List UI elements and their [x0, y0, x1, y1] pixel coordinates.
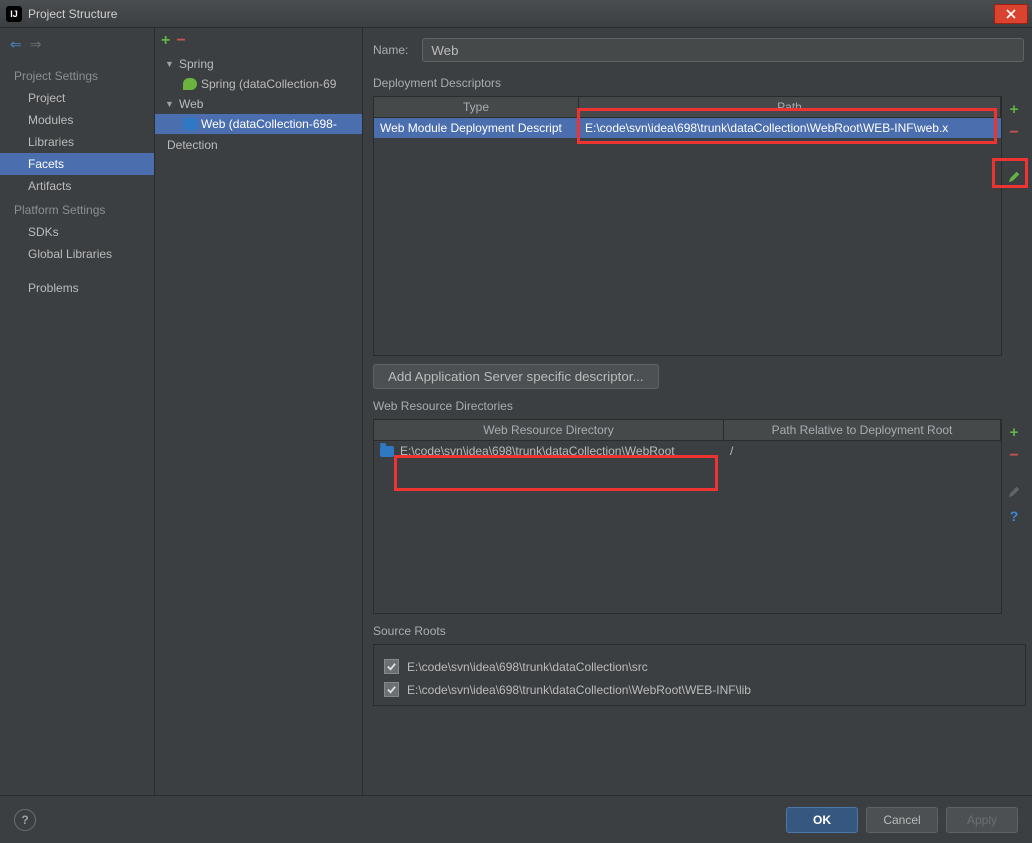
web-resource-dirs-table[interactable]: Web Resource Directory Path Relative to … — [373, 419, 1002, 614]
deployment-descriptors-table[interactable]: Type Path Web Module Deployment Descript… — [373, 96, 1002, 356]
sidebar-item-project[interactable]: Project — [0, 87, 154, 109]
remove-facet-icon[interactable]: − — [176, 32, 185, 50]
sidebar-item-sdks[interactable]: SDKs — [0, 221, 154, 243]
window-title: Project Structure — [28, 7, 117, 21]
main-panel: Name: Deployment Descriptors Type Path W… — [363, 28, 1032, 795]
sidebar-item-modules[interactable]: Modules — [0, 109, 154, 131]
cancel-button[interactable]: Cancel — [866, 807, 938, 833]
nav-back-icon[interactable]: ⇐ — [10, 36, 22, 53]
dd-edit-icon[interactable] — [1005, 168, 1023, 186]
tree-node-spring-child[interactable]: Spring (dataCollection-69 — [155, 74, 362, 94]
wr-row[interactable]: E:\code\svn\idea\698\trunk\dataCollectio… — [374, 441, 1001, 461]
wr-add-icon[interactable]: + — [1005, 423, 1023, 441]
sidebar-item-facets[interactable]: Facets — [0, 153, 154, 175]
dd-col-type: Type — [374, 97, 579, 117]
source-root-row[interactable]: E:\code\svn\idea\698\trunk\dataCollectio… — [384, 655, 1015, 678]
source-roots-label: Source Roots — [373, 624, 1026, 638]
web-icon — [183, 118, 197, 130]
dd-remove-icon[interactable]: − — [1005, 124, 1023, 142]
dd-row[interactable]: Web Module Deployment Descript E:\code\s… — [374, 118, 1001, 138]
web-resource-dirs-label: Web Resource Directories — [373, 399, 1026, 413]
tree-node-web-child[interactable]: Web (dataCollection-698- — [155, 114, 362, 134]
sidebar-item-artifacts[interactable]: Artifacts — [0, 175, 154, 197]
sidebar-item-libraries[interactable]: Libraries — [0, 131, 154, 153]
chevron-down-icon: ▼ — [165, 59, 175, 69]
left-sidebar: ⇐ ⇒ Project Settings Project Modules Lib… — [0, 28, 155, 795]
facets-tree-pane: + − ▼ Spring Spring (dataCollection-69 ▼… — [155, 28, 363, 795]
dialog-footer: ? OK Cancel Apply — [0, 795, 1032, 843]
titlebar: IJ Project Structure — [0, 0, 1032, 28]
sidebar-item-problems[interactable]: Problems — [0, 277, 154, 299]
checkbox-checked-icon[interactable] — [384, 682, 399, 697]
app-icon: IJ — [6, 6, 22, 22]
help-button[interactable]: ? — [14, 809, 36, 831]
spring-icon — [183, 78, 197, 90]
ok-button[interactable]: OK — [786, 807, 858, 833]
platform-settings-header: Platform Settings — [0, 197, 154, 221]
source-roots-panel: E:\code\svn\idea\698\trunk\dataCollectio… — [373, 644, 1026, 706]
nav-forward-icon[interactable]: ⇒ — [30, 36, 42, 53]
dd-col-path: Path — [579, 97, 1001, 117]
add-descriptor-button[interactable]: Add Application Server specific descript… — [373, 364, 659, 389]
facet-name-input[interactable] — [422, 38, 1024, 62]
source-root-row[interactable]: E:\code\svn\idea\698\trunk\dataCollectio… — [384, 678, 1015, 701]
folder-icon — [380, 446, 394, 457]
wr-edit-icon[interactable] — [1005, 483, 1023, 501]
detection-link[interactable]: Detection — [155, 134, 362, 156]
deployment-descriptors-label: Deployment Descriptors — [373, 76, 1026, 90]
dd-add-icon[interactable]: + — [1005, 100, 1023, 118]
window-close-button[interactable] — [994, 4, 1028, 24]
add-facet-icon[interactable]: + — [161, 32, 170, 50]
apply-button[interactable]: Apply — [946, 807, 1018, 833]
tree-node-spring[interactable]: ▼ Spring — [155, 54, 362, 74]
checkbox-checked-icon[interactable] — [384, 659, 399, 674]
wr-col-rel: Path Relative to Deployment Root — [724, 420, 1001, 440]
wr-remove-icon[interactable]: − — [1005, 447, 1023, 465]
name-label: Name: — [373, 43, 408, 57]
wr-help-icon[interactable]: ? — [1005, 507, 1023, 525]
chevron-down-icon: ▼ — [165, 99, 175, 109]
tree-node-web[interactable]: ▼ Web — [155, 94, 362, 114]
wr-col-dir: Web Resource Directory — [374, 420, 724, 440]
sidebar-item-global-libraries[interactable]: Global Libraries — [0, 243, 154, 265]
project-settings-header: Project Settings — [0, 63, 154, 87]
